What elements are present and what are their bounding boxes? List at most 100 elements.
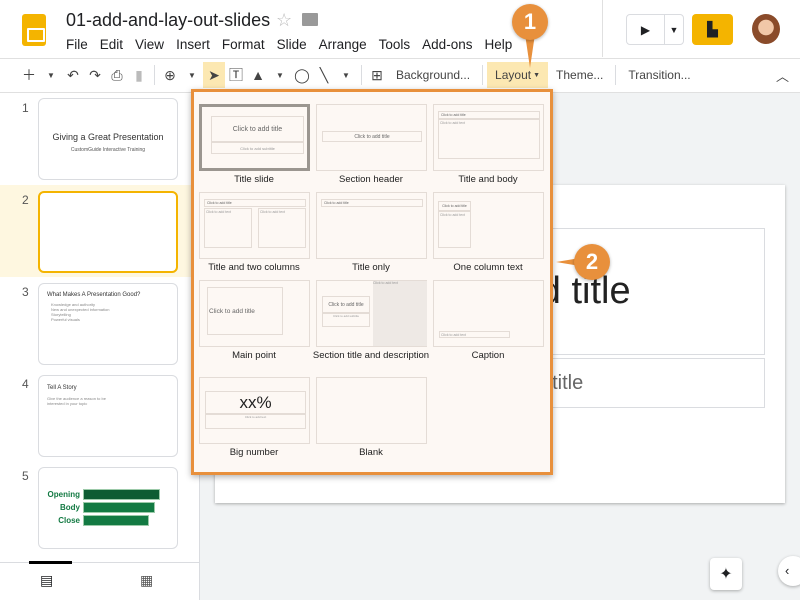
layout-title-placeholder: Click to add title: [321, 199, 423, 207]
slide-number: 4: [22, 377, 29, 391]
layout-option-title-and-two-columns[interactable]: Click to add title Click to add text Click…: [199, 192, 310, 259]
layout-option-label: Caption: [471, 350, 505, 361]
thumb-label: Opening: [47, 490, 80, 499]
transition-button[interactable]: Transition...: [620, 62, 698, 88]
bullet: Powerful visuals: [51, 317, 80, 322]
layout-option-label: One column text: [453, 262, 523, 273]
filmstrip: 1 Giving a Great Presentation CustomGuid…: [0, 93, 200, 600]
slides-logo[interactable]: [22, 14, 46, 46]
divider: [361, 65, 362, 85]
menu-help[interactable]: Help: [484, 37, 512, 52]
paint-format-icon[interactable]: ▮: [128, 62, 150, 88]
layout-option-big-number[interactable]: xx% Click to add text: [199, 377, 310, 444]
shape-icon[interactable]: ◯: [291, 62, 313, 88]
new-slide-dropdown-icon[interactable]: ▼: [40, 62, 62, 88]
star-icon[interactable]: ☆: [276, 10, 292, 31]
divider: [615, 65, 617, 85]
slide-number: 5: [22, 469, 29, 483]
grid-view-icon[interactable]: ▦: [140, 572, 153, 589]
filmstrip-view-icon[interactable]: ▤: [40, 572, 53, 589]
thumb-label: Close: [58, 516, 80, 525]
view-switcher: ▤ ▦: [0, 561, 199, 600]
layout-body-placeholder: Click to add text: [204, 208, 252, 248]
layout-option-title-and-body[interactable]: Click to add title Click to add text: [433, 104, 544, 171]
chevron-down-icon: ▼: [533, 71, 541, 79]
layout-option-section-title-and-description[interactable]: Click to add title Click to add subtitle C…: [316, 280, 427, 347]
line-dropdown-icon[interactable]: ▼: [335, 62, 357, 88]
slide-thumbnail-3[interactable]: What Makes A Presentation Good? Knowledg…: [38, 283, 178, 365]
layout-option-label: Title only: [352, 262, 390, 273]
menu-format[interactable]: Format: [222, 37, 265, 52]
layout-option-label: Big number: [229, 447, 279, 458]
layout-label: Layout: [495, 68, 532, 82]
collapse-toolbar-icon[interactable]: ︿: [776, 66, 789, 85]
menu-view[interactable]: View: [135, 37, 164, 52]
toolbar: ＋ ▼ ↶ ↷ ⎙ ▮ ⊕ ▼ ➤ 🅃 ▲ ▼ ◯ ╲ ▼ ⊞ Backgrou…: [18, 62, 699, 88]
explore-icon[interactable]: ✦: [710, 558, 742, 590]
thumb-title: What Makes A Presentation Good?: [47, 292, 141, 298]
document-title[interactable]: 01-add-and-lay-out-slides: [66, 10, 270, 31]
select-icon[interactable]: ➤: [203, 62, 225, 88]
add-comment-icon[interactable]: ⊞: [366, 62, 388, 88]
thumb-bullets: Knowledge and authority New and unexpect…: [51, 302, 109, 322]
layout-title-placeholder: xx%: [205, 391, 306, 414]
slide-thumbnail-5[interactable]: Opening Body Close: [38, 467, 178, 549]
menu-arrange[interactable]: Arrange: [319, 37, 367, 52]
layout-body-placeholder: Click to add text: [438, 119, 540, 159]
layout-option-one-column-text[interactable]: Click to add title Click to add text: [433, 192, 544, 259]
layout-title-placeholder: Click to add title: [438, 111, 540, 119]
chart-bar: [83, 502, 155, 513]
image-dropdown-icon[interactable]: ▼: [269, 62, 291, 88]
slide-thumbnail-1[interactable]: Giving a Great Presentation CustomGuide …: [38, 98, 178, 180]
menu-file[interactable]: File: [66, 37, 88, 52]
layout-option-caption[interactable]: Click to add text: [433, 280, 544, 347]
callout-badge: 1: [512, 4, 548, 40]
menu-edit[interactable]: Edit: [100, 37, 123, 52]
menu-slide[interactable]: Slide: [277, 37, 307, 52]
layout-title-placeholder: Click to add title: [322, 296, 370, 313]
zoom-icon[interactable]: ⊕: [159, 62, 181, 88]
layout-option-main-point[interactable]: Click to add title: [199, 280, 310, 347]
share-button[interactable]: ▙: [692, 14, 733, 45]
present-icon[interactable]: ▶: [627, 15, 665, 44]
theme-button[interactable]: Theme...: [548, 62, 611, 88]
text-box-icon[interactable]: 🅃: [225, 62, 247, 88]
divider: [154, 65, 155, 85]
layout-option-label: Blank: [359, 447, 383, 458]
layout-option-label: Title and body: [458, 174, 518, 185]
thumb-label: Body: [60, 503, 80, 512]
divider: [482, 65, 484, 85]
layout-option-title-slide[interactable]: Click to add title Click to add subtitle: [199, 104, 310, 171]
folder-icon[interactable]: [302, 13, 318, 26]
menu-insert[interactable]: Insert: [176, 37, 210, 52]
layout-option-label: Section title and description: [312, 350, 430, 361]
image-icon[interactable]: ▲: [247, 62, 269, 88]
slide-thumbnail-2[interactable]: [38, 191, 178, 273]
layout-body-placeholder: Click to add text: [205, 414, 306, 429]
layout-body-placeholder: Click to add text: [438, 211, 471, 248]
slide-thumbnail-4[interactable]: Tell A Story Give the audience a reason …: [38, 375, 178, 457]
avatar[interactable]: [752, 14, 780, 44]
present-dropdown-icon[interactable]: ▼: [665, 15, 683, 44]
layout-option-title-only[interactable]: Click to add title: [316, 192, 427, 259]
menu-addons[interactable]: Add-ons: [422, 37, 472, 52]
layout-option-blank[interactable]: [316, 377, 427, 444]
callout-2: 2: [556, 244, 626, 280]
undo-icon[interactable]: ↶: [62, 62, 84, 88]
layout-option-label: Title and two columns: [208, 262, 300, 273]
layout-option-section-header[interactable]: Click to add title: [316, 104, 427, 171]
new-slide-icon[interactable]: ＋: [18, 62, 40, 88]
layout-title-placeholder: Click to add title: [204, 199, 306, 207]
zoom-dropdown-icon[interactable]: ▼: [181, 62, 203, 88]
side-panel-toggle-icon[interactable]: ‹: [778, 556, 800, 586]
menu-tools[interactable]: Tools: [379, 37, 411, 52]
thumb-title: Tell A Story: [47, 385, 77, 391]
present-button[interactable]: ▶ ▼: [626, 14, 684, 45]
line-icon[interactable]: ╲: [313, 62, 335, 88]
redo-icon[interactable]: ↷: [84, 62, 106, 88]
background-button[interactable]: Background...: [388, 62, 478, 88]
slide-number: 2: [22, 193, 29, 207]
print-icon[interactable]: ⎙: [106, 62, 128, 88]
layout-option-label: Title slide: [234, 174, 274, 185]
thumb-body: Give the audience a reason to be interes…: [47, 396, 106, 406]
